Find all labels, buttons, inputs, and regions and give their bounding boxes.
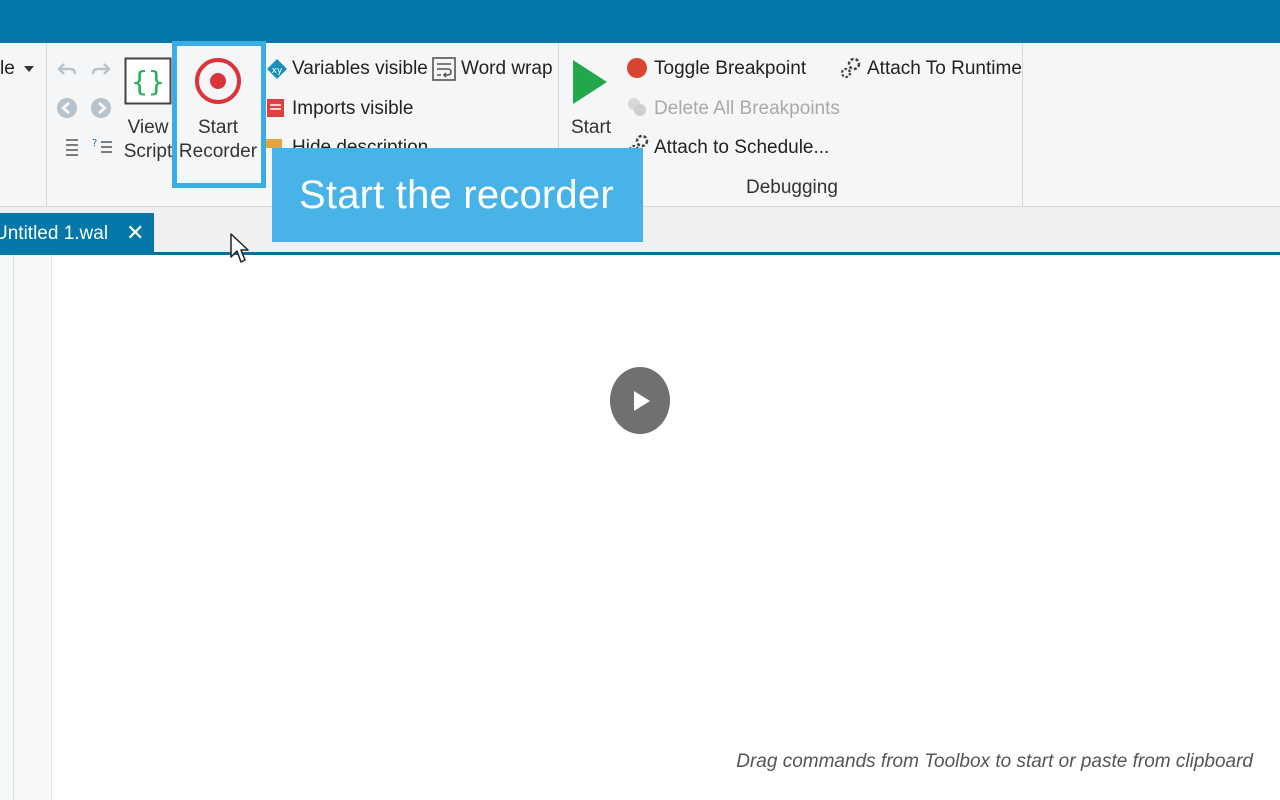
play-icon[interactable]	[570, 58, 610, 106]
gear-icon[interactable]	[840, 57, 862, 79]
play-icon	[634, 391, 650, 411]
hide-description-icon[interactable]	[266, 139, 282, 148]
svg-text:{}: {}	[131, 65, 165, 98]
delete-breakpoints-icon	[628, 98, 646, 116]
ribbon-separator	[46, 43, 47, 206]
title-bar	[0, 0, 1280, 43]
imports-visible-label[interactable]: Imports visible	[292, 98, 413, 120]
attach-to-schedule-label[interactable]: Attach to Schedule...	[654, 137, 829, 159]
video-play-button[interactable]	[610, 367, 670, 434]
ribbon-separator	[1022, 43, 1023, 206]
tutorial-callout: Start the recorder	[272, 148, 643, 242]
variables-visible-label[interactable]: Variables visible	[292, 58, 428, 80]
word-wrap-label[interactable]: Word wrap	[461, 58, 553, 80]
debugging-group-label: Debugging	[746, 177, 838, 198]
outdent-icon[interactable]	[58, 136, 80, 158]
start-recorder-highlight	[172, 41, 266, 188]
breakpoint-icon[interactable]	[626, 57, 648, 79]
delete-all-breakpoints-label: Delete All Breakpoints	[654, 98, 840, 119]
view-script-icon[interactable]: {}	[124, 57, 172, 105]
canvas-hint: Drag commands from Toolbox to start or p…	[736, 751, 1253, 772]
start-run-label[interactable]: Start	[562, 116, 620, 140]
editor-gutter	[0, 255, 52, 800]
comment-icon[interactable]: ?	[92, 136, 114, 158]
view-script-label[interactable]: View Script	[120, 116, 176, 164]
undo-icon[interactable]	[56, 58, 78, 80]
hide-description-label[interactable]: Hide description	[292, 137, 428, 148]
workflow-canvas[interactable]	[0, 255, 1280, 800]
forward-icon[interactable]	[90, 97, 112, 119]
imports-icon[interactable]	[266, 97, 288, 119]
svg-text:?: ?	[92, 138, 97, 149]
chevron-down-icon[interactable]	[24, 66, 34, 72]
toggle-breakpoint-label[interactable]: Toggle Breakpoint	[654, 58, 806, 80]
attach-to-runtime-label[interactable]: Attach To Runtime	[867, 58, 1022, 80]
dropdown-label[interactable]: le	[0, 58, 15, 80]
tab-untitled[interactable]: Untitled 1.wal ✕	[0, 213, 154, 255]
close-icon[interactable]: ✕	[126, 222, 144, 244]
tab-title: Untitled 1.wal	[0, 223, 109, 244]
back-icon[interactable]	[56, 97, 78, 119]
svg-text:xy: xy	[272, 66, 283, 76]
redo-icon[interactable]	[90, 58, 112, 80]
mouse-cursor-icon	[230, 233, 249, 263]
variables-icon[interactable]: xy	[266, 58, 288, 80]
word-wrap-icon[interactable]	[432, 57, 456, 81]
gutter-divider	[13, 255, 14, 800]
